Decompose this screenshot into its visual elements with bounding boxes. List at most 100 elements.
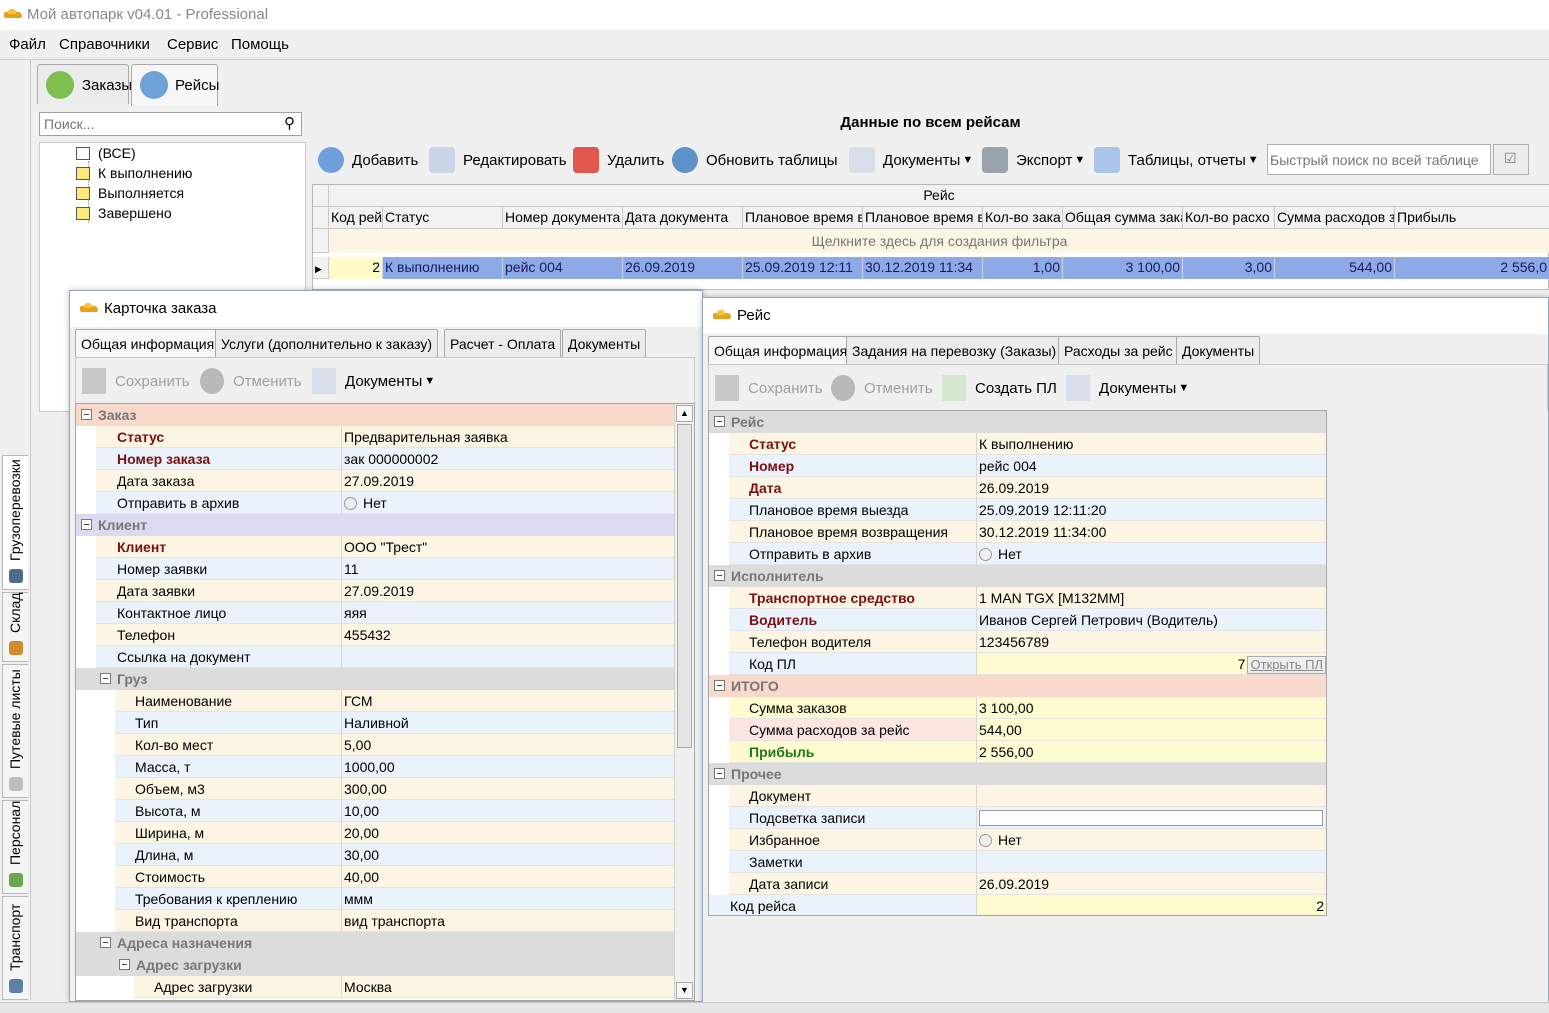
search-input[interactable]: [40, 113, 270, 135]
property-row[interactable]: Отправить в архив Нет: [76, 492, 674, 514]
property-row[interactable]: Код ПЛ 7 Открыть ПЛ: [709, 653, 1326, 675]
grid-cell[interactable]: 3 100,00: [1063, 257, 1183, 279]
column-header[interactable]: Кол-во зака: [983, 207, 1063, 229]
trip-card-titlebar[interactable]: Рейс: [703, 298, 1548, 334]
property-row[interactable]: Масса, т 1000,00: [76, 756, 674, 778]
tab-trips[interactable]: Рейсы: [131, 64, 219, 106]
category-executor[interactable]: Исполнитель: [709, 565, 1326, 587]
tab-documents[interactable]: Документы: [562, 329, 647, 357]
property-row[interactable]: Стоимость 40,00: [76, 866, 674, 888]
collapse-icon[interactable]: [100, 937, 111, 948]
category-total[interactable]: ИТОГО: [709, 675, 1326, 697]
property-row[interactable]: Телефон водителя 123456789: [709, 631, 1326, 653]
column-header[interactable]: Сумма расходов з: [1275, 207, 1395, 229]
tab-orders[interactable]: Заказы: [37, 64, 132, 104]
property-row[interactable]: Плановое время выезда 25.09.2019 12:11:20: [709, 499, 1326, 521]
scroll-down-icon[interactable]: ▼: [676, 982, 693, 999]
collapse-icon[interactable]: [714, 570, 725, 581]
filter-clear-button[interactable]: ☑: [1493, 144, 1529, 175]
property-row[interactable]: Подсветка записи: [709, 807, 1326, 829]
grid-cell[interactable]: К выполнению: [383, 257, 503, 279]
category-client[interactable]: Клиент: [76, 514, 674, 536]
menu-help[interactable]: Помощь: [231, 36, 289, 53]
refresh-button[interactable]: Обновить таблицы: [672, 138, 838, 182]
grid-cell[interactable]: 26.09.2019: [623, 257, 743, 279]
property-row[interactable]: Адрес загрузки Москва: [76, 976, 674, 998]
documents-button[interactable]: Документы ▼: [849, 138, 973, 182]
column-header[interactable]: Дата документа: [623, 207, 743, 229]
column-header[interactable]: Код рей: [329, 207, 383, 229]
menu-service[interactable]: Сервис: [167, 36, 218, 53]
collapse-icon[interactable]: [100, 673, 111, 684]
highlight-color-field[interactable]: [979, 810, 1323, 826]
grid-cell[interactable]: 30.12.2019 11:34: [863, 257, 983, 279]
menu-references[interactable]: Справочники: [59, 36, 150, 53]
grid-cell[interactable]: рейс 004: [503, 257, 623, 279]
column-header[interactable]: Плановое время в: [743, 207, 863, 229]
property-row[interactable]: Кол-во мест 5,00: [76, 734, 674, 756]
open-waybill-button[interactable]: Открыть ПЛ: [1247, 656, 1326, 674]
side-tab-transport[interactable]: Транспорт: [2, 896, 28, 1000]
tab-services[interactable]: Услуги (дополнительно к заказу): [215, 329, 438, 357]
order-card-titlebar[interactable]: Карточка заказа: [70, 291, 702, 327]
export-button[interactable]: Экспорт ▼: [982, 138, 1085, 182]
property-row[interactable]: Контактное лицо яяя: [76, 602, 674, 624]
radio-icon[interactable]: [344, 497, 357, 510]
property-row[interactable]: Ссылка на документ: [76, 646, 674, 668]
documents-button[interactable]: Документы ▼: [312, 361, 435, 401]
collapse-icon[interactable]: [81, 409, 92, 420]
cancel-button[interactable]: Отменить: [831, 368, 933, 408]
property-row[interactable]: Дата заказа 27.09.2019: [76, 470, 674, 492]
column-header[interactable]: Общая сумма зака: [1063, 207, 1183, 229]
property-row[interactable]: Документ: [709, 785, 1326, 807]
grid-cell[interactable]: 1,00: [983, 257, 1063, 279]
property-row[interactable]: Объем, м3 300,00: [76, 778, 674, 800]
category-load-address[interactable]: Адрес загрузки: [76, 954, 674, 976]
column-header[interactable]: Статус: [383, 207, 503, 229]
property-row[interactable]: Прибыль 2 556,00: [709, 741, 1326, 763]
property-row[interactable]: Дата записи 26.09.2019: [709, 873, 1326, 895]
side-tab-warehouse[interactable]: Склад: [2, 592, 28, 662]
delete-button[interactable]: Удалить: [573, 138, 664, 182]
property-row[interactable]: Сумма заказов 3 100,00: [709, 697, 1326, 719]
property-row[interactable]: Вид транспорта вид транспорта: [76, 910, 674, 932]
order-scrollbar[interactable]: ▲ ▼: [674, 404, 694, 1000]
property-row[interactable]: Код рейса 2: [709, 895, 1326, 915]
scroll-up-icon[interactable]: ▲: [676, 405, 693, 422]
column-header[interactable]: Кол-во расхо: [1183, 207, 1275, 229]
property-row[interactable]: Номер рейс 004: [709, 455, 1326, 477]
property-row[interactable]: Номер заказа зак 000000002: [76, 448, 674, 470]
grid-cell[interactable]: 2: [329, 257, 383, 279]
create-waybill-button[interactable]: Создать ПЛ: [942, 368, 1057, 408]
quick-search-box[interactable]: [1267, 144, 1491, 175]
collapse-icon[interactable]: [119, 959, 130, 970]
property-row[interactable]: Требования к креплению ммм: [76, 888, 674, 910]
property-row[interactable]: Длина, м 30,00: [76, 844, 674, 866]
column-header[interactable]: Плановое время в: [863, 207, 983, 229]
property-row[interactable]: Статус Предварительная заявка: [76, 426, 674, 448]
tab-general-info[interactable]: Общая информация: [75, 329, 221, 357]
tab-general-info[interactable]: Общая информация: [708, 336, 854, 364]
grid-cell[interactable]: 544,00: [1275, 257, 1395, 279]
column-header[interactable]: Номер документа: [503, 207, 623, 229]
collapse-icon[interactable]: [714, 768, 725, 779]
property-row[interactable]: Плановое время возвращения 30.12.2019 11:…: [709, 521, 1326, 543]
property-row[interactable]: Избранное Нет: [709, 829, 1326, 851]
column-header[interactable]: Прибыль: [1395, 207, 1549, 229]
tab-tasks[interactable]: Задания на перевозку (Заказы): [846, 336, 1063, 364]
filter-row[interactable]: Щелкните здесь для создания фильтра: [329, 229, 1549, 253]
grid-cell[interactable]: 3,00: [1183, 257, 1275, 279]
menu-file[interactable]: Файл: [9, 36, 46, 53]
side-tab-staff[interactable]: Персонал: [2, 800, 28, 894]
tab-payment[interactable]: Расчет - Оплата: [444, 329, 562, 357]
reports-button[interactable]: Таблицы, отчеты ▼: [1094, 138, 1259, 182]
search-box[interactable]: ⚲: [39, 112, 302, 136]
side-tab-waybills[interactable]: Путевые листы: [2, 664, 28, 798]
collapse-icon[interactable]: [714, 416, 725, 427]
radio-icon[interactable]: [979, 548, 992, 561]
property-row[interactable]: Клиент ООО "Трест": [76, 536, 674, 558]
tab-expenses[interactable]: Расходы за рейс: [1058, 336, 1179, 364]
property-row[interactable]: Дата 26.09.2019: [709, 477, 1326, 499]
category-cargo[interactable]: Груз: [76, 668, 674, 690]
property-row[interactable]: Отправить в архив Нет: [709, 543, 1326, 565]
